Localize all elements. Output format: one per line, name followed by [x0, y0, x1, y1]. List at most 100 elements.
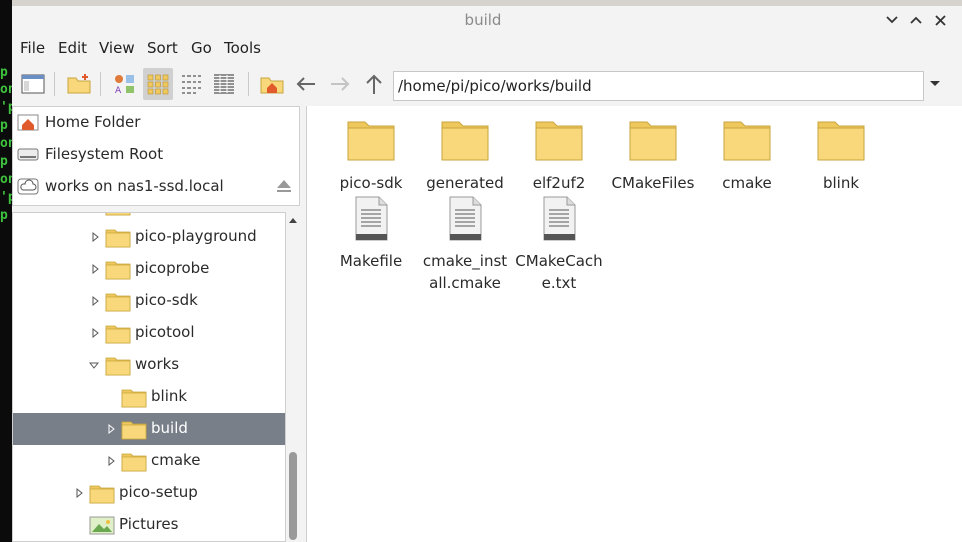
home-folder-icon — [17, 114, 39, 131]
file-name: cmake — [722, 174, 772, 192]
folder-icon — [121, 421, 147, 440]
folder-item[interactable]: CMakeFiles — [607, 118, 699, 194]
folder-icon — [89, 485, 115, 504]
forward-button[interactable] — [325, 68, 355, 100]
folder-item[interactable]: elf2uf2 — [513, 118, 605, 194]
tree-item[interactable]: pico-playground — [13, 221, 285, 253]
folder-icon — [441, 121, 489, 161]
compact-list-icon — [182, 75, 201, 94]
menu-view[interactable]: View — [99, 39, 135, 57]
tree-item[interactable]: build — [13, 413, 285, 445]
arrow-left-icon — [296, 77, 315, 91]
tree-item[interactable]: pico-sdk — [13, 285, 285, 317]
expander-collapsed-icon[interactable] — [75, 488, 85, 498]
file-item[interactable]: cmake_install.cmake — [419, 196, 511, 294]
expander-collapsed-icon[interactable] — [91, 296, 101, 306]
places-list: Home Folder Filesystem Root works on nas… — [12, 106, 300, 206]
eject-icon[interactable] — [276, 179, 292, 193]
expander-collapsed-icon[interactable] — [91, 232, 101, 242]
folder-item[interactable]: cmake — [701, 118, 793, 194]
menu-file[interactable]: File — [20, 39, 45, 57]
expander-expanded-icon[interactable] — [89, 360, 99, 370]
tree-item-label: Pictures — [119, 515, 179, 533]
folder-item[interactable]: blink — [795, 118, 887, 194]
compact-view-button[interactable] — [176, 68, 206, 100]
folder-icon — [817, 121, 865, 161]
tree-item-label: pico-playground — [135, 227, 257, 245]
tree-scrollbar[interactable] — [286, 212, 300, 542]
tree-item[interactable]: blink — [13, 381, 285, 413]
file-item[interactable]: CMakeCache.txt — [513, 196, 605, 294]
arrow-right-icon — [331, 77, 350, 91]
file-item[interactable]: Makefile — [325, 196, 417, 272]
folder-icon — [723, 121, 771, 161]
file-manager-window: build File Edit View Sort Go Tools A /ho… — [12, 6, 962, 542]
place-network-share[interactable]: works on nas1-ssd.local — [17, 171, 297, 201]
file-name: blink — [822, 174, 860, 192]
folder-icon — [105, 261, 131, 280]
background-terminal-window: p on 'p p on p on 'p p — [0, 0, 12, 542]
icon-view-icon: A — [115, 75, 134, 95]
text-file-icon — [543, 196, 576, 241]
thumbnail-view-button[interactable] — [143, 68, 173, 100]
folder-icon — [121, 389, 147, 408]
tree-item-label: blink — [151, 387, 188, 405]
chevron-up-icon — [910, 16, 922, 24]
minimize-button[interactable] — [882, 10, 902, 30]
maximize-button[interactable] — [906, 10, 926, 30]
tree-item[interactable]: picotool — [13, 317, 285, 349]
chevron-down-icon — [886, 16, 898, 24]
place-label: Filesystem Root — [45, 145, 164, 163]
tree-item-label: pico-setup — [119, 483, 198, 501]
place-label: works on nas1-ssd.local — [45, 177, 224, 195]
folder-tree: pico-extras pico-playground picoprobe pi… — [12, 212, 286, 542]
close-button[interactable] — [930, 10, 950, 30]
window-title: build — [464, 11, 502, 29]
file-name: elf2uf2 — [532, 174, 586, 192]
expander-collapsed-icon[interactable] — [107, 424, 117, 434]
expander-collapsed-icon[interactable] — [91, 264, 101, 274]
up-button[interactable] — [359, 68, 389, 100]
file-name: pico-sdk — [339, 174, 403, 192]
tree-item[interactable]: works — [13, 349, 285, 381]
scrollbar-thumb[interactable] — [289, 452, 297, 540]
menu-tools[interactable]: Tools — [224, 39, 261, 57]
title-bar[interactable]: build — [12, 6, 962, 34]
close-icon — [934, 14, 946, 26]
folder-icon — [105, 357, 131, 376]
folder-item[interactable]: pico-sdk — [325, 118, 417, 194]
new-window-button[interactable] — [18, 68, 48, 100]
menu-go[interactable]: Go — [191, 39, 212, 57]
path-input[interactable] — [394, 72, 918, 100]
tree-item[interactable]: pico-setup — [13, 477, 285, 509]
tree-item-label: picoprobe — [135, 259, 210, 277]
tree-item-label: cmake — [151, 451, 201, 469]
tree-item[interactable]: pico-extras — [13, 213, 285, 221]
menu-sort[interactable]: Sort — [147, 39, 178, 57]
tree-item[interactable]: cmake — [13, 445, 285, 477]
menu-edit[interactable]: Edit — [58, 39, 87, 57]
network-share-icon — [17, 178, 39, 195]
address-history-dropdown[interactable] — [928, 76, 948, 96]
folder-icon — [105, 229, 131, 248]
expander-collapsed-icon[interactable] — [107, 456, 117, 466]
folder-icon — [105, 213, 131, 216]
grid-view-icon — [147, 74, 169, 95]
svg-text:A: A — [115, 86, 122, 95]
side-pane: Home Folder Filesystem Root works on nas… — [12, 106, 306, 542]
place-home-folder[interactable]: Home Folder — [17, 107, 297, 137]
tree-item[interactable]: Pictures — [13, 509, 285, 541]
file-name: generated — [426, 174, 504, 192]
tree-item[interactable]: picoprobe — [13, 253, 285, 285]
detailed-list-view-button[interactable] — [209, 68, 239, 100]
icon-view-button[interactable]: A — [110, 68, 140, 100]
detail-list-icon — [214, 74, 234, 94]
folder-item[interactable]: generated — [419, 118, 511, 194]
back-button[interactable] — [291, 68, 321, 100]
new-folder-button[interactable] — [64, 68, 94, 100]
file-name: CMakeFiles — [611, 174, 695, 192]
expander-collapsed-icon[interactable] — [91, 328, 101, 338]
home-button[interactable] — [257, 68, 287, 100]
address-bar[interactable] — [393, 71, 924, 101]
place-filesystem-root[interactable]: Filesystem Root — [17, 139, 297, 169]
